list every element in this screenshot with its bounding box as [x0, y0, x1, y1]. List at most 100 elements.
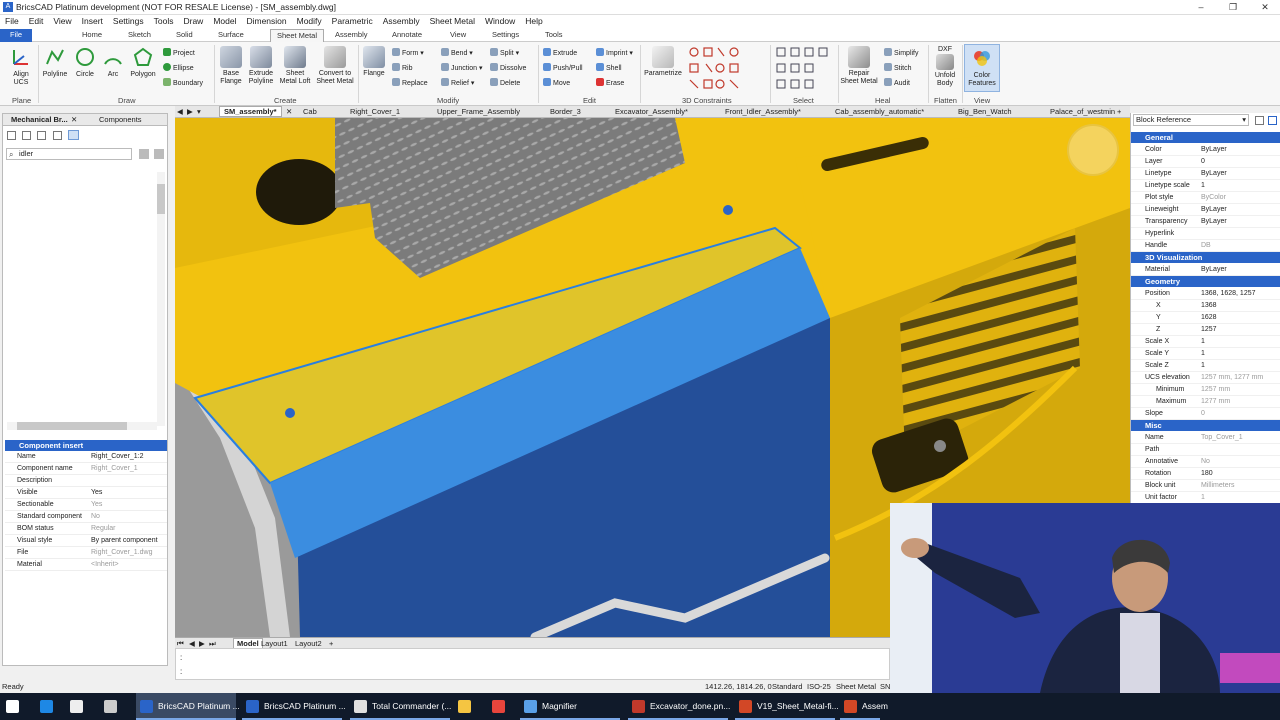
property-value[interactable]: Right_Cover_1	[91, 463, 138, 474]
menu-draw[interactable]: Draw	[178, 15, 208, 27]
menu-assembly[interactable]: Assembly	[378, 15, 425, 27]
property-value[interactable]: By parent component	[91, 535, 158, 546]
replace-button[interactable]: Replace	[392, 78, 428, 87]
arc-button[interactable]: Arc	[100, 46, 126, 79]
tab-components[interactable]: Components	[99, 115, 142, 124]
expand-icon[interactable]	[7, 131, 16, 140]
property-row[interactable]: Slope 0	[1131, 408, 1280, 420]
property-value[interactable]: Millimeters	[1201, 480, 1234, 492]
circle-button[interactable]: Circle	[72, 46, 98, 79]
property-row[interactable]: Material <Inherit>	[5, 559, 167, 571]
tree-hscrollbar[interactable]	[7, 422, 157, 430]
property-row[interactable]: Color ByLayer	[1131, 144, 1280, 156]
doc-tab[interactable]: SM_assembly*	[219, 106, 282, 117]
property-value[interactable]: ByLayer	[1201, 204, 1227, 216]
taskbar-item[interactable]: Excavator_done.pn...	[628, 693, 730, 720]
section-3d-visualization[interactable]: 3D Visualization	[1131, 252, 1280, 263]
flange-button[interactable]: Flange	[360, 46, 388, 78]
repair-sheet-metal-button[interactable]: Repair Sheet Metal	[840, 46, 878, 86]
convert-to-sheet-metal-button[interactable]: Convert to Sheet Metal	[314, 46, 356, 86]
property-row[interactable]: Linetype scale 1	[1131, 180, 1280, 192]
unfold-body-button[interactable]: DXF Unfold Body	[930, 46, 960, 88]
property-value[interactable]: ByLayer	[1201, 216, 1227, 228]
next-layout-icon[interactable]: ▶	[199, 639, 205, 648]
property-value[interactable]: 1	[1201, 348, 1205, 360]
taskbar-item[interactable]: Assem	[840, 693, 888, 720]
property-row[interactable]: Lineweight ByLayer	[1131, 204, 1280, 216]
section-misc[interactable]: Misc	[1131, 420, 1280, 431]
property-value[interactable]: Regular	[91, 523, 116, 534]
base-flange-button[interactable]: Base Flange	[216, 46, 246, 86]
tab-tools[interactable]: Tools	[545, 30, 563, 39]
property-row[interactable]: Annotative No	[1131, 456, 1280, 468]
tab-view[interactable]: View	[450, 30, 466, 39]
tab-layout2[interactable]: Layout2	[295, 639, 322, 648]
property-row[interactable]: Material ByLayer	[1131, 264, 1280, 276]
tab-file[interactable]: File	[0, 29, 33, 42]
extrude-polyline-button[interactable]: Extrude Polyline	[246, 46, 276, 86]
form-button[interactable]: Form ▾	[392, 48, 424, 57]
property-value[interactable]: 1368	[1201, 300, 1217, 312]
taskbar-item[interactable]	[100, 693, 130, 720]
tab-nav-next-icon[interactable]: ▶	[187, 107, 193, 116]
property-row[interactable]: Minimum 1257 mm	[1131, 384, 1280, 396]
property-row[interactable]: Layer 0	[1131, 156, 1280, 168]
collapse-icon[interactable]	[22, 131, 32, 140]
taskbar-item[interactable]	[2, 693, 32, 720]
tab-solid[interactable]: Solid	[176, 30, 193, 39]
erase-button[interactable]: Erase	[596, 78, 624, 87]
tree-icon[interactable]	[52, 131, 62, 140]
menu-model[interactable]: Model	[208, 15, 241, 27]
property-row[interactable]: Scale Z 1	[1131, 360, 1280, 372]
search-prev-icon[interactable]	[139, 149, 149, 159]
imprint-button[interactable]: Imprint ▾	[596, 48, 633, 57]
property-value[interactable]: ByLayer	[1201, 264, 1227, 276]
property-row[interactable]: Linetype ByLayer	[1131, 168, 1280, 180]
filter-icon[interactable]	[37, 131, 47, 140]
taskbar-item[interactable]	[454, 693, 484, 720]
doc-tab[interactable]: Border_3	[550, 107, 581, 116]
grip-point[interactable]	[723, 205, 733, 215]
menu-file[interactable]: File	[0, 15, 24, 27]
property-value[interactable]: Right_Cover_1.dwg	[91, 547, 152, 558]
property-row[interactable]: Position 1368, 1628, 1257	[1131, 288, 1280, 300]
tab-layout1[interactable]: Layout1	[261, 639, 288, 648]
taskbar-item[interactable]	[36, 693, 64, 720]
doc-tab[interactable]: Cab_assembly_automatic*	[835, 107, 924, 116]
move-button[interactable]: Move	[543, 78, 570, 87]
menu-modify[interactable]: Modify	[292, 15, 327, 27]
property-row[interactable]: Component name Right_Cover_1	[5, 463, 167, 475]
tab-sheet-metal[interactable]: Sheet Metal	[270, 29, 325, 42]
doc-tab[interactable]: Excavator_Assembly*	[615, 107, 688, 116]
add-tab-icon[interactable]: +	[1117, 107, 1121, 116]
entity-type-select[interactable]: Block Reference ▾	[1133, 114, 1249, 126]
project-button[interactable]: Project	[163, 48, 195, 57]
quick-select-icon[interactable]	[1255, 116, 1264, 125]
property-row[interactable]: Name Top_Cover_1	[1131, 432, 1280, 444]
push-pull-button[interactable]: Push/Pull	[543, 63, 583, 72]
property-row[interactable]: Description	[5, 475, 167, 487]
property-value[interactable]: 1257 mm	[1201, 384, 1230, 396]
status-iso[interactable]: ISO-25	[807, 682, 831, 691]
tab-mechanical-browser[interactable]: Mechanical Br...	[11, 115, 68, 124]
property-row[interactable]: Hyperlink	[1131, 228, 1280, 240]
property-value[interactable]: No	[91, 511, 100, 522]
property-row[interactable]: Maximum 1277 mm	[1131, 396, 1280, 408]
menu-sheet-metal[interactable]: Sheet Metal	[425, 15, 480, 27]
close-icon[interactable]: ✕	[286, 107, 292, 116]
polygon-button[interactable]: Polygon	[128, 46, 158, 79]
ellipse-button[interactable]: Ellipse	[163, 63, 194, 72]
boundary-button[interactable]: Boundary	[163, 78, 203, 87]
property-value[interactable]: <Inherit>	[91, 559, 119, 570]
property-row[interactable]: BOM status Regular	[5, 523, 167, 535]
property-row[interactable]: Sectionable Yes	[5, 499, 167, 511]
property-value[interactable]: 1368, 1628, 1257	[1201, 288, 1256, 300]
sheet-metal-loft-button[interactable]: Sheet Metal Loft	[278, 46, 312, 86]
close-icon[interactable]: ✕	[71, 115, 77, 124]
tab-nav-prev-icon[interactable]: ◀	[177, 107, 183, 116]
status-sn[interactable]: SN	[880, 682, 890, 691]
restore-icon[interactable]: ❐	[1218, 1, 1248, 13]
tree-scrollbar[interactable]	[157, 172, 165, 426]
property-row[interactable]: UCS elevation 1257 mm, 1277 mm	[1131, 372, 1280, 384]
prev-layout-icon[interactable]: ◀	[189, 639, 195, 648]
